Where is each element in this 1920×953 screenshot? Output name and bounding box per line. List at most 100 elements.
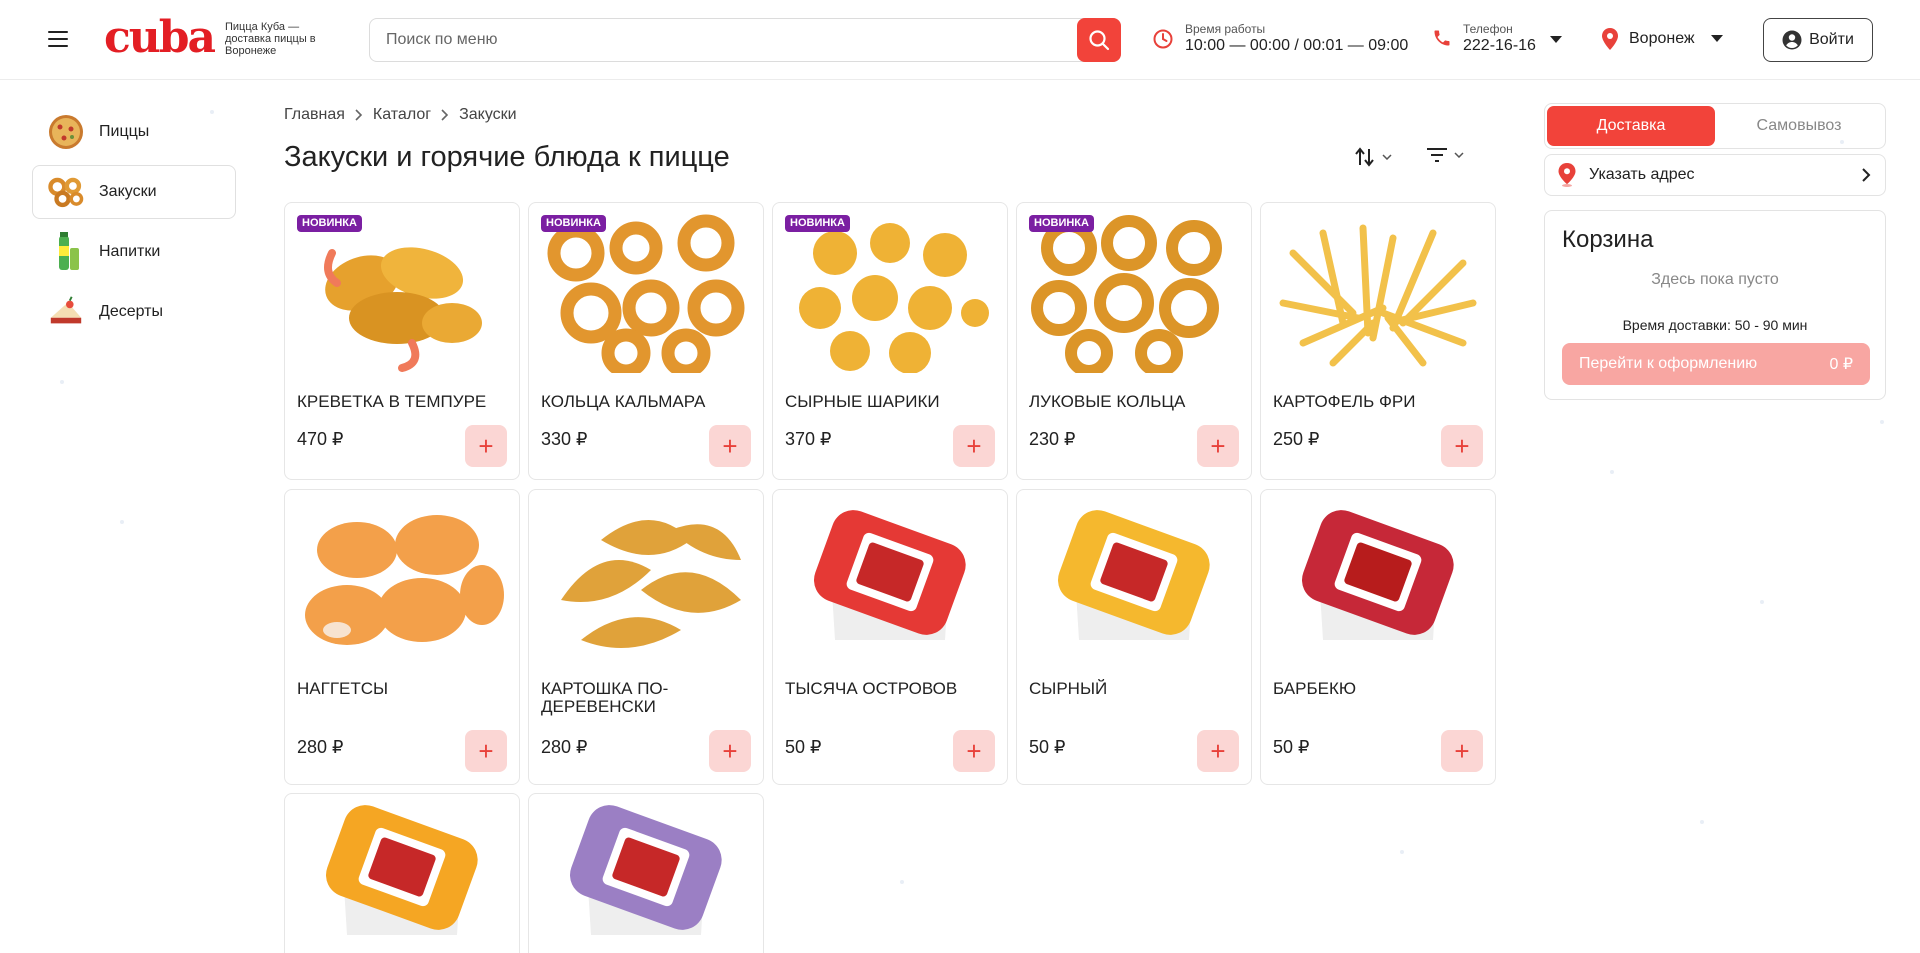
product-name: КОЛЬЦА КАЛЬМАРА — [541, 392, 706, 411]
chevron-right-icon — [441, 109, 449, 121]
plus-icon: + — [966, 736, 982, 766]
new-badge: НОВИНКА — [785, 215, 850, 232]
clock-icon — [1153, 29, 1173, 49]
tab-delivery[interactable]: Доставка — [1547, 106, 1715, 146]
product-card[interactable]: НОВИНКА ЛУКОВЫЕ КОЛЬЦА 230 ₽ + — [1016, 202, 1252, 480]
phone-icon — [1434, 30, 1450, 46]
sidebar-item-drinks[interactable]: Напитки — [32, 225, 236, 279]
product-name: СЫРНЫЙ — [1029, 679, 1108, 698]
chevron-right-icon — [1862, 168, 1871, 182]
plus-icon: + — [478, 736, 494, 766]
sauce-sweet-sour-image — [291, 800, 513, 950]
add-to-cart-button[interactable]: + — [953, 730, 995, 772]
snow-flake — [60, 380, 64, 384]
sidebar-item-label: Закуски — [99, 183, 157, 200]
tab-pickup[interactable]: Самовывоз — [1715, 106, 1883, 146]
tempura-shrimp-image — [291, 209, 513, 377]
plus-icon: + — [722, 431, 738, 461]
onion-rings-icon — [47, 173, 85, 211]
add-to-cart-button[interactable]: + — [953, 425, 995, 467]
login-button[interactable]: Войти — [1763, 18, 1873, 62]
add-to-cart-button[interactable]: + — [1441, 730, 1483, 772]
city-name: Воронеж — [1629, 30, 1695, 47]
snow-flake — [900, 880, 904, 884]
product-card[interactable]: НОВИНКА КОЛЬЦА КАЛЬМАРА 330 ₽ + — [528, 202, 764, 480]
snow-flake — [1760, 600, 1764, 604]
location-pin-icon — [1558, 163, 1576, 187]
potato-wedges-image — [535, 496, 757, 664]
product-card[interactable]: КАРТОШКА ПО-ДЕРЕВЕНСКИ 280 ₽ + — [528, 489, 764, 785]
product-card[interactable]: СЫРНЫЙ 50 ₽ + — [1016, 489, 1252, 785]
checkout-button[interactable]: Перейти к оформлению 0 ₽ — [1562, 343, 1870, 385]
product-card[interactable]: НАГГЕТСЫ 280 ₽ + — [284, 489, 520, 785]
delivery-time: Время доставки: 50 - 90 мин — [1622, 317, 1808, 333]
product-card[interactable] — [284, 793, 520, 953]
product-price: 50 ₽ — [1029, 737, 1066, 757]
add-to-cart-button[interactable]: + — [465, 425, 507, 467]
product-card[interactable] — [528, 793, 764, 953]
phone-number[interactable]: 222-16-16 — [1463, 36, 1536, 56]
filter-button[interactable] — [1426, 147, 1464, 163]
add-to-cart-button[interactable]: + — [709, 730, 751, 772]
breadcrumb-home[interactable]: Главная — [284, 106, 345, 124]
squid-rings-image — [535, 209, 757, 377]
snow-flake — [1400, 850, 1404, 854]
address-selector[interactable]: Указать адрес — [1544, 154, 1886, 196]
product-price: 370 ₽ — [785, 429, 832, 449]
product-price: 230 ₽ — [1029, 429, 1076, 449]
sauce-bbq-image — [1267, 496, 1489, 664]
checkout-total: 0 ₽ — [1829, 356, 1853, 373]
sort-icon — [1355, 147, 1374, 167]
add-to-cart-button[interactable]: + — [709, 425, 751, 467]
cart-title: Корзина — [1562, 226, 1654, 253]
cart-empty-text: Здесь пока пусто — [1651, 271, 1779, 288]
phone-label: Телефон — [1463, 22, 1513, 36]
product-price: 250 ₽ — [1273, 429, 1320, 449]
product-name: ТЫСЯЧА ОСТРОВОВ — [785, 679, 958, 698]
user-icon — [1782, 30, 1802, 50]
login-label: Войти — [1809, 31, 1854, 48]
page-title: Закуски и горячие блюда к пицце — [284, 141, 730, 173]
sidebar-item-pizzas[interactable]: Пиццы — [32, 105, 236, 159]
product-name: КАРТОШКА ПО-ДЕРЕВЕНСКИ — [541, 679, 669, 716]
cheese-balls-image — [779, 209, 1001, 377]
product-card[interactable]: ТЫСЯЧА ОСТРОВОВ 50 ₽ + — [772, 489, 1008, 785]
plus-icon: + — [1454, 736, 1470, 766]
snow-flake — [1880, 420, 1884, 424]
plus-icon: + — [722, 736, 738, 766]
snow-flake — [1610, 470, 1614, 474]
plus-icon: + — [966, 431, 982, 461]
plus-icon: + — [1454, 431, 1470, 461]
add-to-cart-button[interactable]: + — [1441, 425, 1483, 467]
snow-flake — [120, 520, 124, 524]
add-to-cart-button[interactable]: + — [465, 730, 507, 772]
product-card[interactable]: КАРТОФЕЛЬ ФРИ 250 ₽ + — [1260, 202, 1496, 480]
product-card[interactable]: НОВИНКА КРЕВЕТКА В ТЕМПУРЕ 470 ₽ + — [284, 202, 520, 480]
product-price: 50 ₽ — [785, 737, 822, 757]
product-name: КАРТОФЕЛЬ ФРИ — [1273, 392, 1416, 411]
pizza-icon — [47, 113, 85, 151]
dessert-icon — [47, 293, 85, 331]
search-input[interactable] — [386, 19, 1066, 61]
sidebar-item-snacks[interactable]: Закуски — [32, 165, 236, 219]
site-logo[interactable]: cuba — [104, 14, 216, 62]
sauce-cheese-image — [1023, 496, 1245, 664]
product-price: 50 ₽ — [1273, 737, 1310, 757]
city-selector[interactable]: Воронеж — [1601, 28, 1723, 50]
sauce-thousand-island-image — [779, 496, 1001, 664]
search-button[interactable] — [1077, 18, 1121, 62]
product-price: 470 ₽ — [297, 429, 344, 449]
snow-flake — [210, 110, 214, 114]
add-to-cart-button[interactable]: + — [1197, 425, 1239, 467]
add-to-cart-button[interactable]: + — [1197, 730, 1239, 772]
menu-icon[interactable] — [46, 28, 70, 52]
location-pin-icon — [1602, 28, 1618, 50]
product-card[interactable]: БАРБЕКЮ 50 ₽ + — [1260, 489, 1496, 785]
search-box — [369, 18, 1121, 62]
checkout-label: Перейти к оформлению — [1579, 355, 1758, 372]
chevron-down-icon[interactable] — [1550, 36, 1562, 44]
breadcrumb-catalog[interactable]: Каталог — [373, 106, 431, 124]
sidebar-item-desserts[interactable]: Десерты — [32, 285, 236, 339]
sort-button[interactable] — [1354, 147, 1392, 167]
product-card[interactable]: НОВИНКА СЫРНЫЕ ШАРИКИ 370 ₽ + — [772, 202, 1008, 480]
